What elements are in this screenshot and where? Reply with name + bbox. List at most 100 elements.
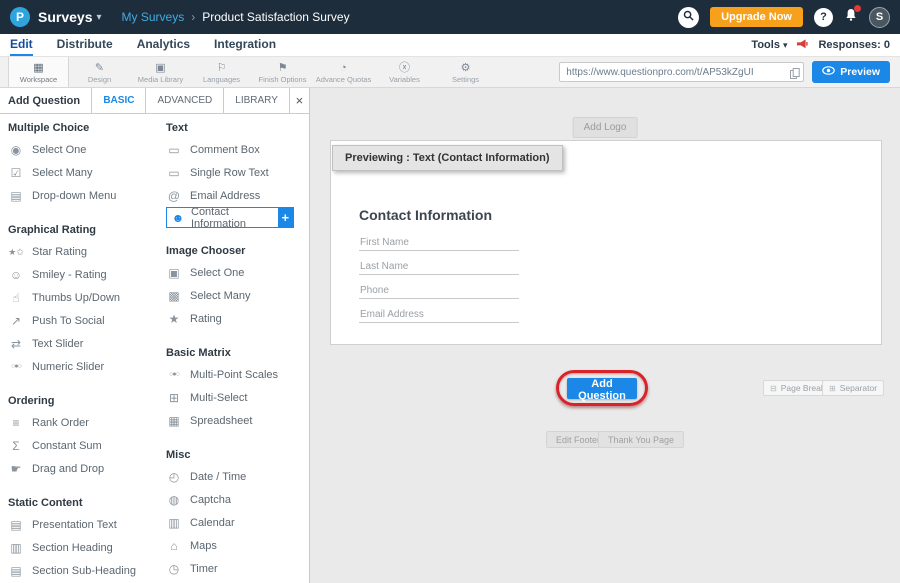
question-group-image-chooser: Image Chooser▣Select One▩Select Many★Rat… — [166, 239, 308, 330]
add-question-sidebar: Add Question BASICADVANCEDLIBRARY × Mult… — [0, 88, 310, 583]
question-type-select-many[interactable]: ☑Select Many — [8, 161, 166, 184]
question-type-label: Multi-Select — [190, 392, 247, 404]
question-type-select-one[interactable]: ◉Select One — [8, 138, 166, 161]
question-type-section-sub-heading[interactable]: ▤Section Sub-Heading — [8, 559, 166, 582]
notifications-button[interactable] — [844, 8, 858, 27]
question-type-single-row-text[interactable]: ▭Single Row Text — [166, 161, 308, 184]
question-type-label: Rating — [190, 313, 222, 325]
toolbar-tab-languages[interactable]: ⚐Languages — [191, 57, 252, 87]
question-type-label: Push To Social — [32, 315, 105, 327]
workspace-toolbar: ▦Workspace✎Design▣Media Library⚐Language… — [0, 56, 900, 88]
toolbar-tab-label: Variables — [389, 75, 420, 84]
sidebar-tab-library[interactable]: LIBRARY — [223, 88, 289, 113]
nav-tab-edit[interactable]: Edit — [10, 34, 33, 56]
add-question-button[interactable]: Add Question — [567, 378, 637, 399]
help-button[interactable]: ? — [814, 8, 833, 27]
question-type-text-slider[interactable]: ⇄Text Slider — [8, 332, 166, 355]
tools-menu[interactable]: Tools ▾ — [751, 39, 787, 51]
field-last-name[interactable]: Last Name — [359, 261, 519, 275]
page-break-label: Page Break — [781, 383, 825, 393]
question-type-label: Timer — [190, 563, 218, 575]
avatar[interactable]: S — [869, 7, 890, 28]
question-type-rank-order[interactable]: ≡Rank Order — [8, 411, 166, 434]
question-type-label: Email Address — [190, 190, 260, 202]
question-type-email-address[interactable]: @Email Address — [166, 184, 308, 207]
question-type-label: Captcha — [190, 494, 231, 506]
question-type-timer[interactable]: ◷Timer — [166, 557, 308, 580]
close-sidebar-button[interactable]: × — [289, 88, 309, 113]
questionpro-logo[interactable]: P — [10, 7, 30, 27]
question-type-multi-point-scales[interactable]: ○●○Multi-Point Scales — [166, 363, 308, 386]
contact-information-title: Contact Information — [359, 207, 492, 223]
rank-order-icon: ≡ — [8, 416, 24, 430]
question-type-comment-box[interactable]: ▭Comment Box — [166, 138, 308, 161]
toolbar-tab-finish-options[interactable]: ⚑Finish Options — [252, 57, 313, 87]
breadcrumb-separator: › — [191, 10, 195, 24]
surveys-menu[interactable]: Surveys ▾ — [38, 9, 102, 25]
question-type-smiley-rating[interactable]: ☺Smiley - Rating — [8, 263, 166, 286]
checkbox-icon: ☑ — [8, 166, 24, 180]
question-type-captcha[interactable]: ◍Captcha — [166, 488, 308, 511]
question-type-multi-select[interactable]: ⊞ Multi-Select — [166, 386, 308, 409]
question-type-date-time[interactable]: ◴Date / Time — [166, 465, 308, 488]
toolbar-tab-settings[interactable]: ⚙Settings — [435, 57, 496, 87]
upgrade-now-button[interactable]: Upgrade Now — [710, 7, 803, 27]
question-type-numeric-slider[interactable]: ○●○Numeric Slider — [8, 355, 166, 378]
question-type-presentation-text[interactable]: ▤Presentation Text — [8, 513, 166, 536]
question-type-label: Thumbs Up/Down — [32, 292, 120, 304]
question-type-maps[interactable]: ⌂Maps — [166, 534, 308, 557]
toolbar-tab-design[interactable]: ✎Design — [69, 57, 130, 87]
nav-tab-integration[interactable]: Integration — [214, 34, 276, 56]
question-type-select-one[interactable]: ▣Select One — [166, 261, 308, 284]
nav-tab-analytics[interactable]: Analytics — [137, 34, 190, 56]
breadcrumb-my-surveys[interactable]: My Surveys — [122, 10, 185, 24]
question-group-heading: Graphical Rating — [8, 218, 166, 240]
field-first-name[interactable]: First Name — [359, 237, 519, 251]
question-group-heading: Multiple Choice — [8, 116, 166, 138]
toolbar-tab-workspace[interactable]: ▦Workspace — [8, 57, 69, 87]
sidebar-tab-basic[interactable]: BASIC — [91, 88, 145, 113]
question-type-drop-down-menu[interactable]: ▤Drop-down Menu — [8, 184, 166, 207]
question-type-constant-sum[interactable]: ΣConstant Sum — [8, 434, 166, 457]
question-type-spreadsheet[interactable]: ▦Spreadsheet — [166, 409, 308, 432]
toolbar-tab-variables[interactable]: ⓧVariables — [374, 57, 435, 87]
question-type-label: Presentation Text — [32, 519, 117, 531]
toolbar-tab-media-library[interactable]: ▣Media Library — [130, 57, 191, 87]
nav-tab-distribute[interactable]: Distribute — [57, 34, 113, 56]
previewing-badge: Previewing : Text (Contact Information) — [332, 145, 563, 171]
search-icon — [683, 8, 694, 26]
sidebar-tabs: BASICADVANCEDLIBRARY — [91, 88, 289, 113]
question-type-push-to-social[interactable]: ↗Push To Social — [8, 309, 166, 332]
thank-you-page-button[interactable]: Thank You Page — [598, 431, 684, 448]
toolbar-tab-advance-quotas[interactable]: ◔Advance Quotas — [313, 57, 374, 87]
question-type-contact-information[interactable]: ☻Contact Information+ — [166, 207, 294, 228]
question-type-label: Constant Sum — [32, 440, 102, 452]
field-email-address[interactable]: Email Address — [359, 309, 519, 323]
question-type-section-heading[interactable]: ▥Section Heading — [8, 536, 166, 559]
question-type-label: Calendar — [190, 517, 235, 529]
search-button[interactable] — [678, 7, 699, 28]
preview-label: Preview — [840, 66, 880, 78]
question-type-rating[interactable]: ★Rating — [166, 307, 308, 330]
add-selected-question-button[interactable]: + — [278, 208, 293, 227]
question-type-thumbs-up-down[interactable]: ☝Thumbs Up/Down — [8, 286, 166, 309]
question-type-drag-and-drop[interactable]: ☛Drag and Drop — [8, 457, 166, 480]
sidebar-tab-advanced[interactable]: ADVANCED — [145, 88, 223, 113]
sidebar-title: Add Question — [0, 88, 91, 113]
media-library-icon: ▣ — [155, 62, 165, 74]
copy-link-icon[interactable] — [790, 66, 800, 84]
question-type-star-rating[interactable]: ★✩Star Rating — [8, 240, 166, 263]
question-type-select-many[interactable]: ▩Select Many — [166, 284, 308, 307]
contact-person-icon: ☻ — [170, 211, 186, 225]
responses-count[interactable]: Responses: 0 — [818, 39, 890, 51]
survey-url-input[interactable] — [559, 62, 804, 82]
date-time-icon: ◴ — [166, 470, 182, 484]
announcements-icon[interactable] — [797, 39, 808, 52]
question-type-calendar[interactable]: ▥Calendar — [166, 511, 308, 534]
field-phone[interactable]: Phone — [359, 285, 519, 299]
add-logo-button[interactable]: Add Logo — [573, 117, 638, 138]
multi-select-icon: ⊞ — [166, 391, 182, 405]
topbar: P Surveys ▾ My Surveys › Product Satisfa… — [0, 0, 900, 34]
separator-button[interactable]: ⊞ Separator — [822, 380, 884, 396]
preview-button[interactable]: Preview — [812, 61, 890, 83]
